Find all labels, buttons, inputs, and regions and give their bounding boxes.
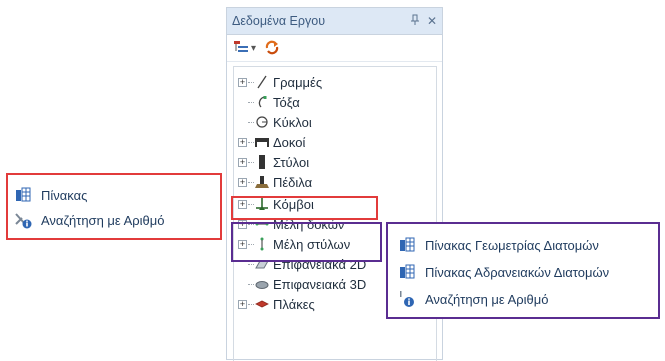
close-icon[interactable]: ✕ [425, 14, 439, 28]
menu-item-search-by-number[interactable]: Αναζήτηση με Αριθμό [14, 209, 165, 231]
menu-item-label: Πίνακας [41, 187, 88, 203]
expand-icon[interactable]: + [238, 137, 247, 147]
surface-3d-icon [255, 277, 269, 291]
table-icon [398, 236, 416, 254]
table-icon [14, 186, 32, 204]
tree-item-slabs[interactable]: + Πλάκες [234, 294, 315, 314]
menu-item-inertia-table[interactable]: Πίνακας Αδρανειακών Διατομών [398, 261, 609, 283]
tree-item-surfaces-3d[interactable]: Επιφανειακά 3D [234, 274, 366, 294]
tree-item-arcs[interactable]: Τόξα [234, 92, 300, 112]
tree-item-label: Κύκλοι [273, 114, 312, 130]
tree-item-label: Γραμμές [273, 74, 323, 90]
panel-toolbar: ▾ [227, 35, 442, 62]
tree-item-footings[interactable]: + Πέδιλα [234, 172, 312, 192]
search-by-number-icon [14, 211, 32, 229]
members-items-highlight [231, 222, 382, 262]
panel-title-bar: Δεδομένα Εργου ✕ [227, 8, 442, 35]
menu-item-geometry-table[interactable]: Πίνακας Γεωμετρίας Διατομών [398, 234, 599, 256]
expand-icon[interactable]: + [238, 299, 247, 309]
tree-item-beams[interactable]: + Δοκοί [234, 132, 305, 152]
slab-icon [255, 297, 269, 311]
table-icon [398, 263, 416, 281]
line-icon [255, 75, 269, 89]
menu-item-label: Αναζήτηση με Αριθμό [425, 291, 549, 307]
nodes-item-highlight [231, 196, 378, 220]
tree-item-columns[interactable]: + Στύλοι [234, 152, 309, 172]
search-by-number-icon [398, 290, 416, 308]
node-context-menu: Πίνακας Αναζήτηση με Αριθμό [8, 175, 220, 238]
menu-item-label: Πίνακας Γεωμετρίας Διατομών [425, 237, 599, 253]
refresh-icon [264, 39, 280, 58]
tree-view-icon [233, 39, 249, 58]
tree-item-label: Επιφανειακά 3D [273, 276, 367, 292]
beam-icon [255, 135, 269, 149]
tree-item-label: Τόξα [273, 94, 300, 110]
footing-icon [255, 175, 269, 189]
panel-title: Δεδομένα Εργου [232, 14, 326, 28]
tree-item-label: Πέδιλα [273, 174, 313, 190]
pin-icon[interactable] [408, 14, 422, 29]
member-context-menu: Πίνακας Γεωμετρίας Διατομών Πίνακας Αδρα… [388, 224, 658, 317]
tree-item-label: Πλάκες [273, 296, 315, 312]
expand-icon[interactable]: + [238, 157, 247, 167]
tree-item-lines[interactable]: + Γραμμές [234, 72, 322, 92]
dropdown-arrow-icon: ▾ [251, 42, 257, 54]
expand-icon[interactable]: + [238, 177, 247, 187]
menu-item-label: Πίνακας Αδρανειακών Διατομών [425, 264, 610, 280]
circle-icon [255, 115, 269, 129]
menu-item-label: Αναζήτηση με Αριθμό [41, 212, 165, 228]
view-options-button[interactable]: ▾ [233, 39, 256, 57]
refresh-button[interactable] [264, 39, 280, 57]
tree-item-circles[interactable]: Κύκλοι [234, 112, 312, 132]
expand-icon[interactable]: + [238, 77, 247, 87]
column-icon [255, 155, 269, 169]
arc-icon [255, 95, 269, 109]
menu-item-table[interactable]: Πίνακας [14, 184, 87, 206]
menu-item-search-by-number[interactable]: Αναζήτηση με Αριθμό [398, 288, 549, 310]
tree-item-label: Στύλοι [273, 154, 310, 170]
tree-item-label: Δοκοί [273, 134, 306, 150]
